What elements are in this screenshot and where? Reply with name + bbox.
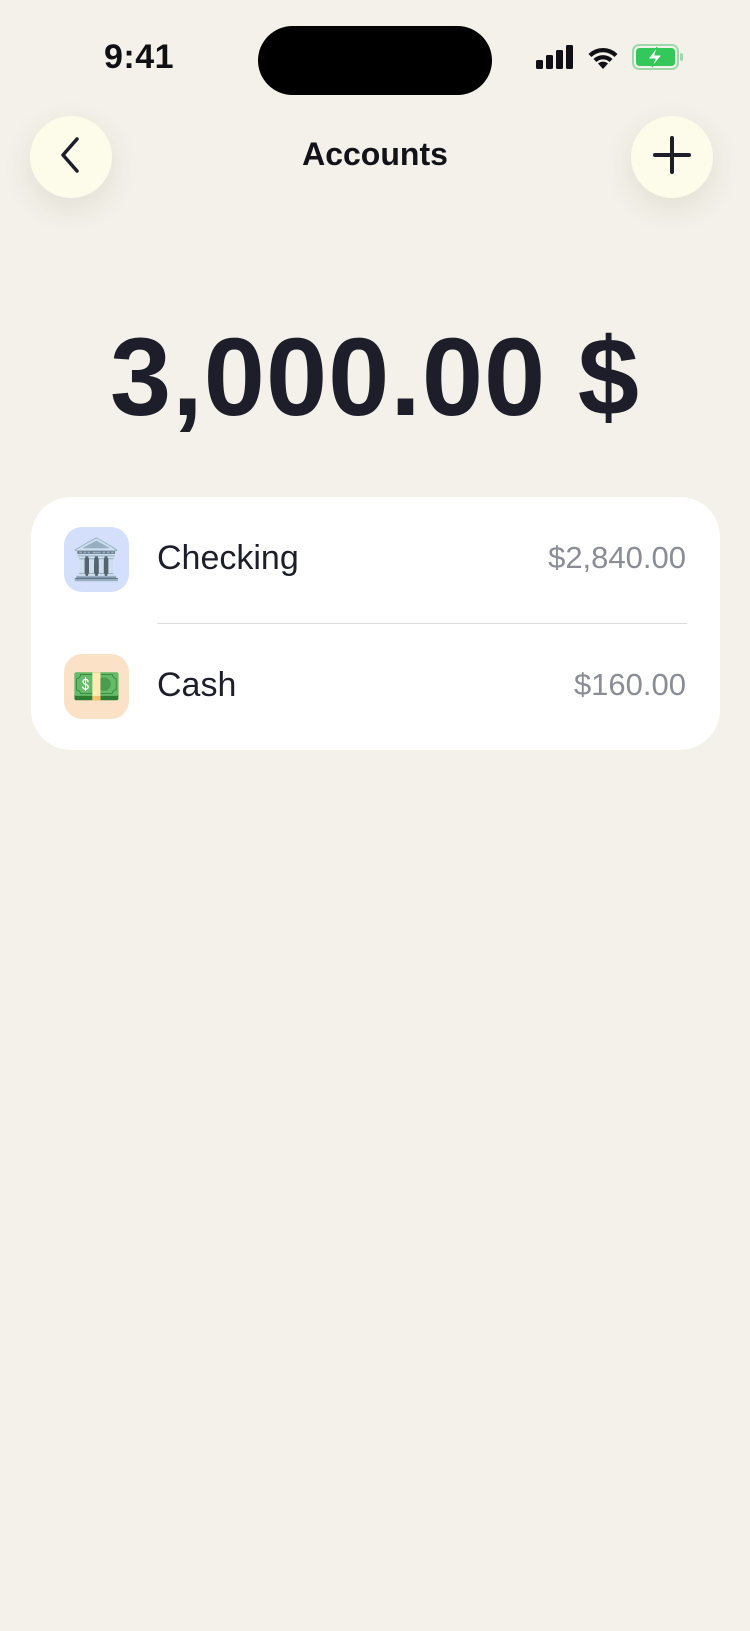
cellular-signal-icon <box>536 45 574 74</box>
status-time: 9:41 <box>104 38 175 76</box>
account-amount: $160.00 <box>573 667 686 702</box>
add-account-button[interactable] <box>631 116 713 198</box>
battery-charging-icon <box>632 44 684 75</box>
account-amount: $2,840.00 <box>548 540 686 575</box>
account-name: Cash <box>157 666 237 704</box>
bank-icon: 🏛️ <box>64 527 129 592</box>
wifi-icon <box>586 44 620 75</box>
row-divider <box>157 623 687 624</box>
account-row-checking[interactable]: 🏛️ Checking $2,840.00 <box>31 497 720 623</box>
status-icons <box>536 44 684 75</box>
total-balance: 3,000.00 $ <box>110 316 640 439</box>
dollar-banknote-icon: 💵 <box>64 654 129 719</box>
status-bar: 9:41 <box>0 0 750 110</box>
dynamic-island <box>258 26 492 95</box>
account-row-cash[interactable]: 💵 Cash $160.00 <box>31 624 720 750</box>
account-name: Checking <box>157 539 299 577</box>
plus-icon <box>652 135 692 180</box>
